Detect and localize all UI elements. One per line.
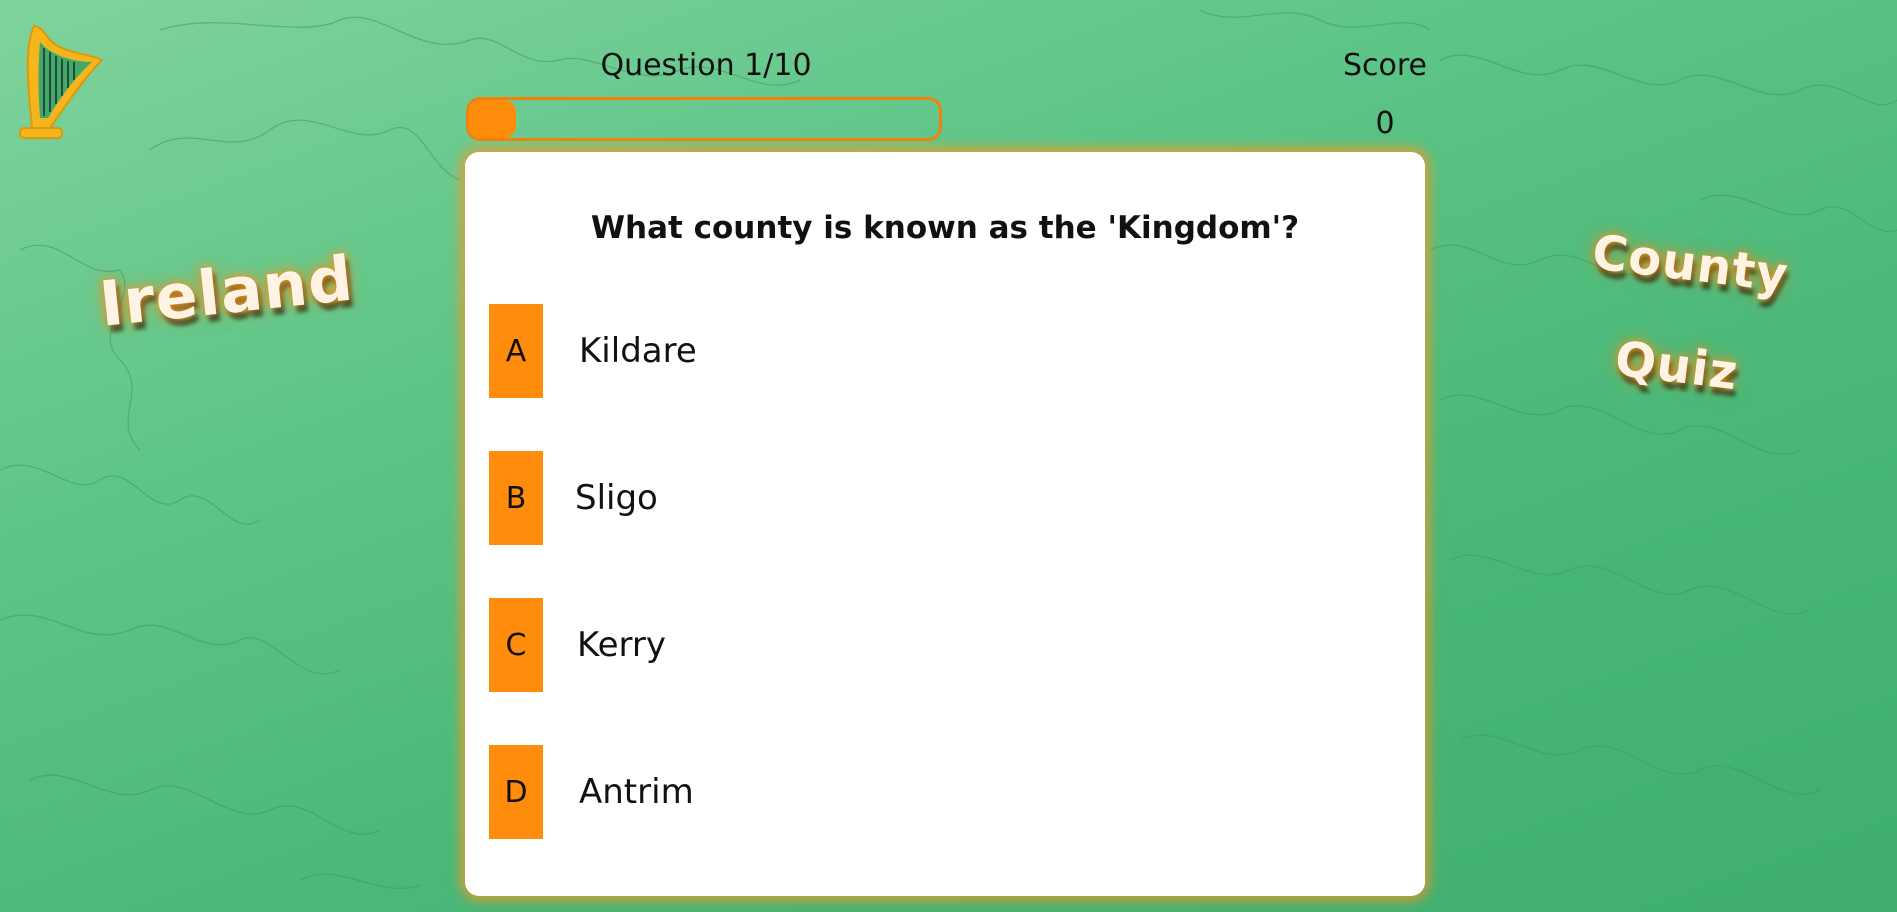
- choice-d-letter: D: [489, 745, 543, 839]
- choice-d-text: Antrim: [579, 772, 694, 812]
- question-text: What county is known as the 'Kingdom'?: [590, 210, 1300, 246]
- progress-bar-fill: [469, 100, 516, 138]
- county-title: County: [1589, 224, 1792, 304]
- choice-c[interactable]: C Kerry: [489, 598, 1389, 692]
- score-label: Score: [1342, 48, 1428, 83]
- quiz-title: Quiz: [1612, 330, 1742, 402]
- choice-a-letter: A: [489, 304, 543, 398]
- choice-b-letter: B: [489, 451, 543, 545]
- choice-b-text: Sligo: [575, 478, 658, 518]
- choice-a-text: Kildare: [579, 331, 697, 371]
- choice-a[interactable]: A Kildare: [489, 304, 1389, 398]
- ireland-title: Ireland: [96, 241, 357, 341]
- choice-c-letter: C: [489, 598, 543, 692]
- harp-icon: [19, 24, 104, 139]
- question-counter: Question 1/10: [600, 48, 812, 83]
- choice-d[interactable]: D Antrim: [489, 745, 1389, 839]
- question-card: What county is known as the 'Kingdom'? A…: [465, 152, 1425, 896]
- score-value: 0: [1375, 106, 1395, 141]
- progress-bar: [466, 97, 942, 141]
- choice-c-text: Kerry: [577, 625, 667, 665]
- choice-b[interactable]: B Sligo: [489, 451, 1389, 545]
